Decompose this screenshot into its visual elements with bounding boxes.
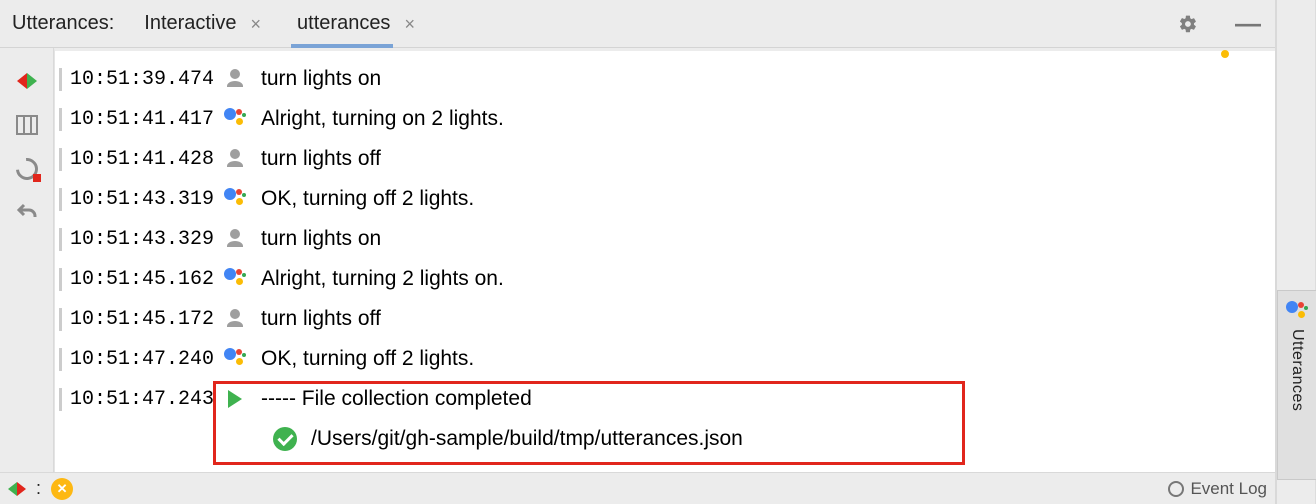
google-assistant-icon <box>209 108 261 130</box>
log-line: /Users/git/gh-sample/build/tmp/utterance… <box>59 419 1275 459</box>
run-indicator-icon[interactable] <box>8 482 26 496</box>
log-message: OK, turning off 2 lights. <box>261 187 474 211</box>
restart-icon[interactable] <box>14 156 40 182</box>
log-message: turn lights off <box>261 307 381 331</box>
log-message: turn lights on <box>261 67 381 91</box>
log-line: 10:51:41.417 Alright, turning on 2 lights… <box>59 99 1275 139</box>
log-message: OK, turning off 2 lights. <box>261 347 474 371</box>
log-console[interactable]: 10:51:39.474 turn lights on 10:51:41.417 Al… <box>54 48 1275 472</box>
check-icon <box>259 427 311 451</box>
tab-label: Interactive <box>144 12 236 35</box>
log-message: turn lights off <box>261 147 381 171</box>
status-colon: : <box>36 478 41 499</box>
log-timestamp: 10:51:43.329 <box>59 228 209 251</box>
utterances-tabbar: Utterances: Interactive × utterances × — <box>0 0 1275 48</box>
log-timestamp: 10:51:45.162 <box>59 268 209 291</box>
gear-icon[interactable] <box>1173 9 1203 39</box>
truncated-indicator-dot <box>1221 50 1229 58</box>
log-line: 10:51:47.243 ----- File collection comple… <box>59 379 1275 419</box>
log-line: 10:51:47.240 OK, turning off 2 lights. <box>59 339 1275 379</box>
log-timestamp: 10:51:47.240 <box>59 348 209 371</box>
event-log-button[interactable]: Event Log <box>1168 479 1267 499</box>
event-log-icon <box>1168 481 1184 497</box>
error-badge-icon[interactable] <box>51 478 73 500</box>
utterances-tool-window-tab[interactable]: Utterances <box>1277 290 1316 480</box>
log-message: Alright, turning on 2 lights. <box>261 107 504 131</box>
tool-gutter <box>0 48 54 472</box>
log-line: 10:51:45.162 Alright, turning 2 lights on… <box>59 259 1275 299</box>
user-icon <box>209 147 261 171</box>
user-icon <box>209 227 261 251</box>
user-icon <box>209 307 261 331</box>
right-tool-strip: Utterances <box>1276 0 1316 504</box>
close-icon[interactable]: × <box>398 15 421 33</box>
panel-title: Utterances: <box>12 12 114 35</box>
log-timestamp: 10:51:43.319 <box>59 188 209 211</box>
google-assistant-icon <box>1286 301 1308 323</box>
event-log-label: Event Log <box>1190 479 1267 499</box>
user-icon <box>209 67 261 91</box>
google-assistant-icon <box>209 348 261 370</box>
play-icon <box>209 390 261 408</box>
layout-icon[interactable] <box>14 112 40 138</box>
rerun-icon[interactable] <box>14 68 40 94</box>
log-line: 10:51:41.428 turn lights off <box>59 139 1275 179</box>
log-timestamp: 10:51:41.417 <box>59 108 209 131</box>
status-bar: : Event Log <box>0 472 1275 504</box>
log-message: ----- File collection completed <box>261 387 532 411</box>
log-timestamp: 10:51:47.243 <box>59 388 209 411</box>
log-message: Alright, turning 2 lights on. <box>261 267 504 291</box>
minimize-icon[interactable]: — <box>1233 9 1263 39</box>
log-line: 10:51:43.329 turn lights on <box>59 219 1275 259</box>
log-timestamp: 10:51:45.172 <box>59 308 209 331</box>
undo-icon[interactable] <box>14 200 40 226</box>
log-message: turn lights on <box>261 227 381 251</box>
google-assistant-icon <box>209 188 261 210</box>
log-line: 10:51:45.172 turn lights off <box>59 299 1275 339</box>
tab-label: utterances <box>297 12 390 35</box>
log-timestamp: 10:51:41.428 <box>59 148 209 171</box>
close-icon[interactable]: × <box>245 15 268 33</box>
log-message: /Users/git/gh-sample/build/tmp/utterance… <box>311 427 743 451</box>
log-line: 10:51:43.319 OK, turning off 2 lights. <box>59 179 1275 219</box>
google-assistant-icon <box>209 268 261 290</box>
log-line: 10:51:39.474 turn lights on <box>59 59 1275 99</box>
log-timestamp: 10:51:39.474 <box>59 68 209 91</box>
tab-utterances[interactable]: utterances × <box>297 0 421 47</box>
tab-interactive[interactable]: Interactive × <box>144 0 267 47</box>
right-tab-label: Utterances <box>1288 329 1306 411</box>
